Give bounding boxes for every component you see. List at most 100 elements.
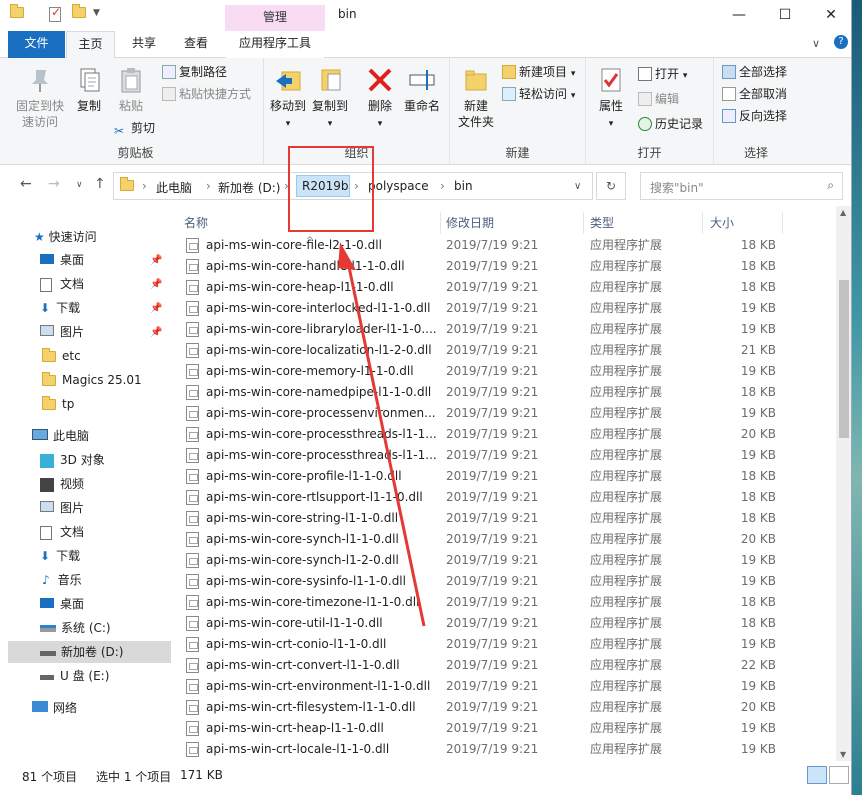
sidebar-item-quick-access[interactable]: ★ 快速访问 (34, 226, 97, 248)
tab-app-tools[interactable]: 应用程序工具 (226, 31, 324, 58)
scrollbar-thumb[interactable] (839, 280, 849, 438)
copy-button[interactable]: 复制 (70, 64, 108, 114)
table-row[interactable]: api-ms-win-core-file-l2-1-0.dll 2019/7/19… (172, 235, 836, 256)
select-none-button[interactable]: 全部取消 (722, 84, 787, 104)
table-row[interactable]: api-ms-win-core-namedpipe-l1-1-0.dll 2019… (172, 382, 836, 403)
up-arrow-icon[interactable]: ↑ (94, 176, 106, 192)
table-row[interactable]: api-ms-win-core-profile-l1-1-0.dll 2019/7… (172, 466, 836, 487)
scroll-down-icon[interactable]: ▼ (840, 750, 846, 759)
manage-tab[interactable]: 管理 (225, 5, 325, 31)
edit-button[interactable]: 编辑 (638, 89, 679, 109)
copy-to-button[interactable]: 复制到 ▾ (310, 64, 350, 132)
properties-button[interactable]: 属性 ▾ (592, 64, 630, 132)
new-folder-quick-icon[interactable] (72, 4, 88, 23)
crumb-bin[interactable]: bin (454, 179, 473, 193)
table-row[interactable]: api-ms-win-core-processthreads-l1-1... 20… (172, 424, 836, 445)
sidebar-item-desktop-pc[interactable]: 桌面 (40, 593, 84, 615)
table-row[interactable]: api-ms-win-crt-heap-l1-1-0.dll 2019/7/19 … (172, 718, 836, 739)
easy-access-button[interactable]: 轻松访问 ▾ (502, 84, 575, 104)
rename-button[interactable]: 重命名 (400, 64, 444, 114)
table-row[interactable]: api-ms-win-core-string-l1-1-0.dll 2019/7/… (172, 508, 836, 529)
sidebar-item-documents-pc[interactable]: 文档 (40, 521, 84, 543)
sidebar-item-drive-d[interactable]: 新加卷 (D:) (8, 641, 171, 663)
table-row[interactable]: api-ms-win-core-libraryloader-l1-1-0....… (172, 319, 836, 340)
sidebar-item-videos[interactable]: 视频 (40, 473, 84, 495)
forward-arrow-icon[interactable]: → (48, 176, 60, 192)
pin-quick-access-button[interactable]: 固定到快 速访问 (12, 64, 68, 130)
select-all-button[interactable]: 全部选择 (722, 62, 787, 82)
vertical-scrollbar[interactable]: ▲ ▼ (836, 206, 851, 761)
sidebar-item-drive-e[interactable]: U 盘 (E:) (40, 665, 109, 687)
history-button[interactable]: 历史记录 (638, 114, 703, 134)
address-dropdown-icon[interactable]: ∨ (574, 181, 581, 192)
sidebar-item-desktop[interactable]: 桌面 (40, 249, 84, 271)
new-item-button[interactable]: 新建项目 ▾ (502, 62, 575, 82)
minimize-icon[interactable]: — (716, 0, 762, 31)
invert-selection-button[interactable]: 反向选择 (722, 106, 787, 126)
sidebar-item-pictures[interactable]: 图片 (40, 321, 84, 343)
recent-locations-icon[interactable]: ∨ (76, 180, 83, 190)
table-row[interactable]: api-ms-win-core-heap-l1-1-0.dll 2019/7/19… (172, 277, 836, 298)
table-row[interactable]: api-ms-win-core-timezone-l1-1-0.dll 2019/… (172, 592, 836, 613)
scroll-up-icon[interactable]: ▲ (840, 208, 846, 217)
sidebar-item-downloads-pc[interactable]: ⬇ 下载 (40, 545, 80, 567)
sidebar-item-etc[interactable]: etc (42, 345, 81, 367)
table-row[interactable]: api-ms-win-core-sysinfo-l1-1-0.dll 2019/7… (172, 571, 836, 592)
sidebar-item-network[interactable]: 网络 (32, 697, 77, 719)
details-view-icon[interactable] (807, 766, 827, 784)
table-row[interactable]: api-ms-win-crt-filesystem-l1-1-0.dll 2019… (172, 697, 836, 718)
sidebar-item-pictures-pc[interactable]: 图片 (40, 497, 84, 519)
large-icons-view-icon[interactable] (829, 766, 849, 784)
sidebar-item-documents[interactable]: 文档 (40, 273, 84, 295)
pin-icon[interactable]: 📌 (150, 327, 162, 338)
close-icon[interactable]: ✕ (808, 0, 851, 31)
cut-button[interactable]: ✂ 剪切 (114, 118, 155, 138)
help-icon[interactable]: ? (834, 35, 848, 49)
crumb-polyspace[interactable]: polyspace (368, 179, 429, 193)
table-row[interactable]: api-ms-win-core-synch-l1-2-0.dll 2019/7/1… (172, 550, 836, 571)
table-row[interactable]: api-ms-win-crt-conio-l1-1-0.dll 2019/7/19… (172, 634, 836, 655)
table-row[interactable]: api-ms-win-core-synch-l1-1-0.dll 2019/7/1… (172, 529, 836, 550)
crumb-this-pc[interactable]: 此电脑 (156, 179, 192, 196)
table-row[interactable]: api-ms-win-core-memory-l1-1-0.dll 2019/7/… (172, 361, 836, 382)
table-row[interactable]: api-ms-win-crt-convert-l1-1-0.dll 2019/7/… (172, 655, 836, 676)
sidebar-item-downloads[interactable]: ⬇ 下载 (40, 297, 80, 319)
sidebar-item-music[interactable]: ♪ 音乐 (42, 569, 82, 591)
tab-view[interactable]: 查看 (174, 31, 218, 58)
table-row[interactable]: api-ms-win-core-handle-l1-1-0.dll 2019/7/… (172, 256, 836, 277)
back-arrow-icon[interactable]: ← (20, 176, 32, 192)
refresh-icon[interactable]: ↻ (596, 172, 626, 200)
pin-icon[interactable]: 📌 (150, 255, 162, 266)
column-header-name[interactable]: 名称 (184, 212, 208, 234)
tab-file[interactable]: 文件 (8, 31, 65, 58)
properties-check-icon[interactable] (49, 5, 65, 23)
column-header-type[interactable]: 类型 (590, 212, 614, 234)
delete-button[interactable]: 删除 ▾ (362, 64, 398, 132)
sidebar-item-3d-objects[interactable]: 3D 对象 (40, 449, 105, 471)
collapse-ribbon-icon[interactable]: ∨ (812, 37, 820, 50)
tab-share[interactable]: 共享 (122, 31, 166, 58)
search-input[interactable]: 搜索"bin" ⌕ (640, 172, 843, 200)
pin-icon[interactable]: 📌 (150, 279, 162, 290)
open-button[interactable]: 打开 ▾ (638, 64, 687, 84)
maximize-icon[interactable]: ☐ (762, 0, 808, 31)
sidebar-item-magics[interactable]: Magics 25.01 (42, 369, 142, 391)
pin-icon[interactable]: 📌 (150, 303, 162, 314)
new-folder-button[interactable]: 新建 文件夹 (454, 64, 498, 130)
move-to-button[interactable]: 移动到 ▾ (268, 64, 308, 132)
tab-home[interactable]: 主页 (66, 31, 115, 59)
table-row[interactable]: api-ms-win-crt-locale-l1-1-0.dll 2019/7/1… (172, 739, 836, 760)
copy-path-button[interactable]: 复制路径 (162, 62, 227, 82)
sidebar-item-drive-c[interactable]: 系统 (C:) (40, 617, 111, 639)
column-header-size[interactable]: 大小 (710, 212, 734, 234)
paste-shortcut-button[interactable]: 粘贴快捷方式 (162, 84, 251, 104)
table-row[interactable]: api-ms-win-core-processenvironmen... 2019… (172, 403, 836, 424)
crumb-drive-d[interactable]: 新加卷 (D:) (218, 179, 280, 196)
table-row[interactable]: api-ms-win-core-processthreads-l1-1... 20… (172, 445, 836, 466)
table-row[interactable]: api-ms-win-crt-environment-l1-1-0.dll 201… (172, 676, 836, 697)
table-row[interactable]: api-ms-win-core-interlocked-l1-1-0.dll 20… (172, 298, 836, 319)
customize-toolbar-icon[interactable]: ▼ (93, 8, 100, 18)
paste-button[interactable]: 粘贴 (112, 64, 150, 114)
table-row[interactable]: api-ms-win-core-util-l1-1-0.dll 2019/7/19… (172, 613, 836, 634)
sidebar-item-this-pc[interactable]: 此电脑 (32, 425, 89, 447)
